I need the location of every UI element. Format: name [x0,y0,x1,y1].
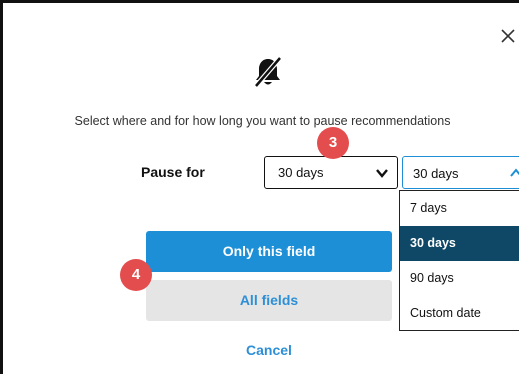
close-icon [501,29,515,43]
chevron-up-icon [510,168,519,177]
instruction-text: Select where and for how long you want t… [74,114,451,128]
dropdown-option-custom-date[interactable]: Custom date [400,296,519,331]
bell-slash-icon [254,56,282,88]
step-badge-3: 3 [317,127,349,159]
duration-dropdown-list: 7 days 30 days 90 days Custom date [399,190,519,331]
duration-dropdown-value: 30 days [413,166,459,181]
pause-for-label: Pause for [141,164,205,180]
close-button[interactable] [497,25,519,47]
duration-dropdown-select[interactable]: 30 days [402,156,519,189]
dropdown-option-30-days[interactable]: 30 days [400,226,519,261]
dropdown-option-7-days[interactable]: 7 days [400,191,519,226]
only-this-field-button[interactable]: Only this field [146,231,392,272]
duration-select-value: 30 days [278,165,324,180]
duration-select[interactable]: 30 days [264,156,398,189]
cancel-button[interactable]: Cancel [219,339,319,361]
all-fields-button[interactable]: All fields [146,280,392,321]
step-badge-4: 4 [120,259,152,291]
chevron-down-icon [376,169,388,178]
pause-recommendations-dialog: Select where and for how long you want t… [0,0,519,374]
dropdown-option-90-days[interactable]: 90 days [400,261,519,296]
